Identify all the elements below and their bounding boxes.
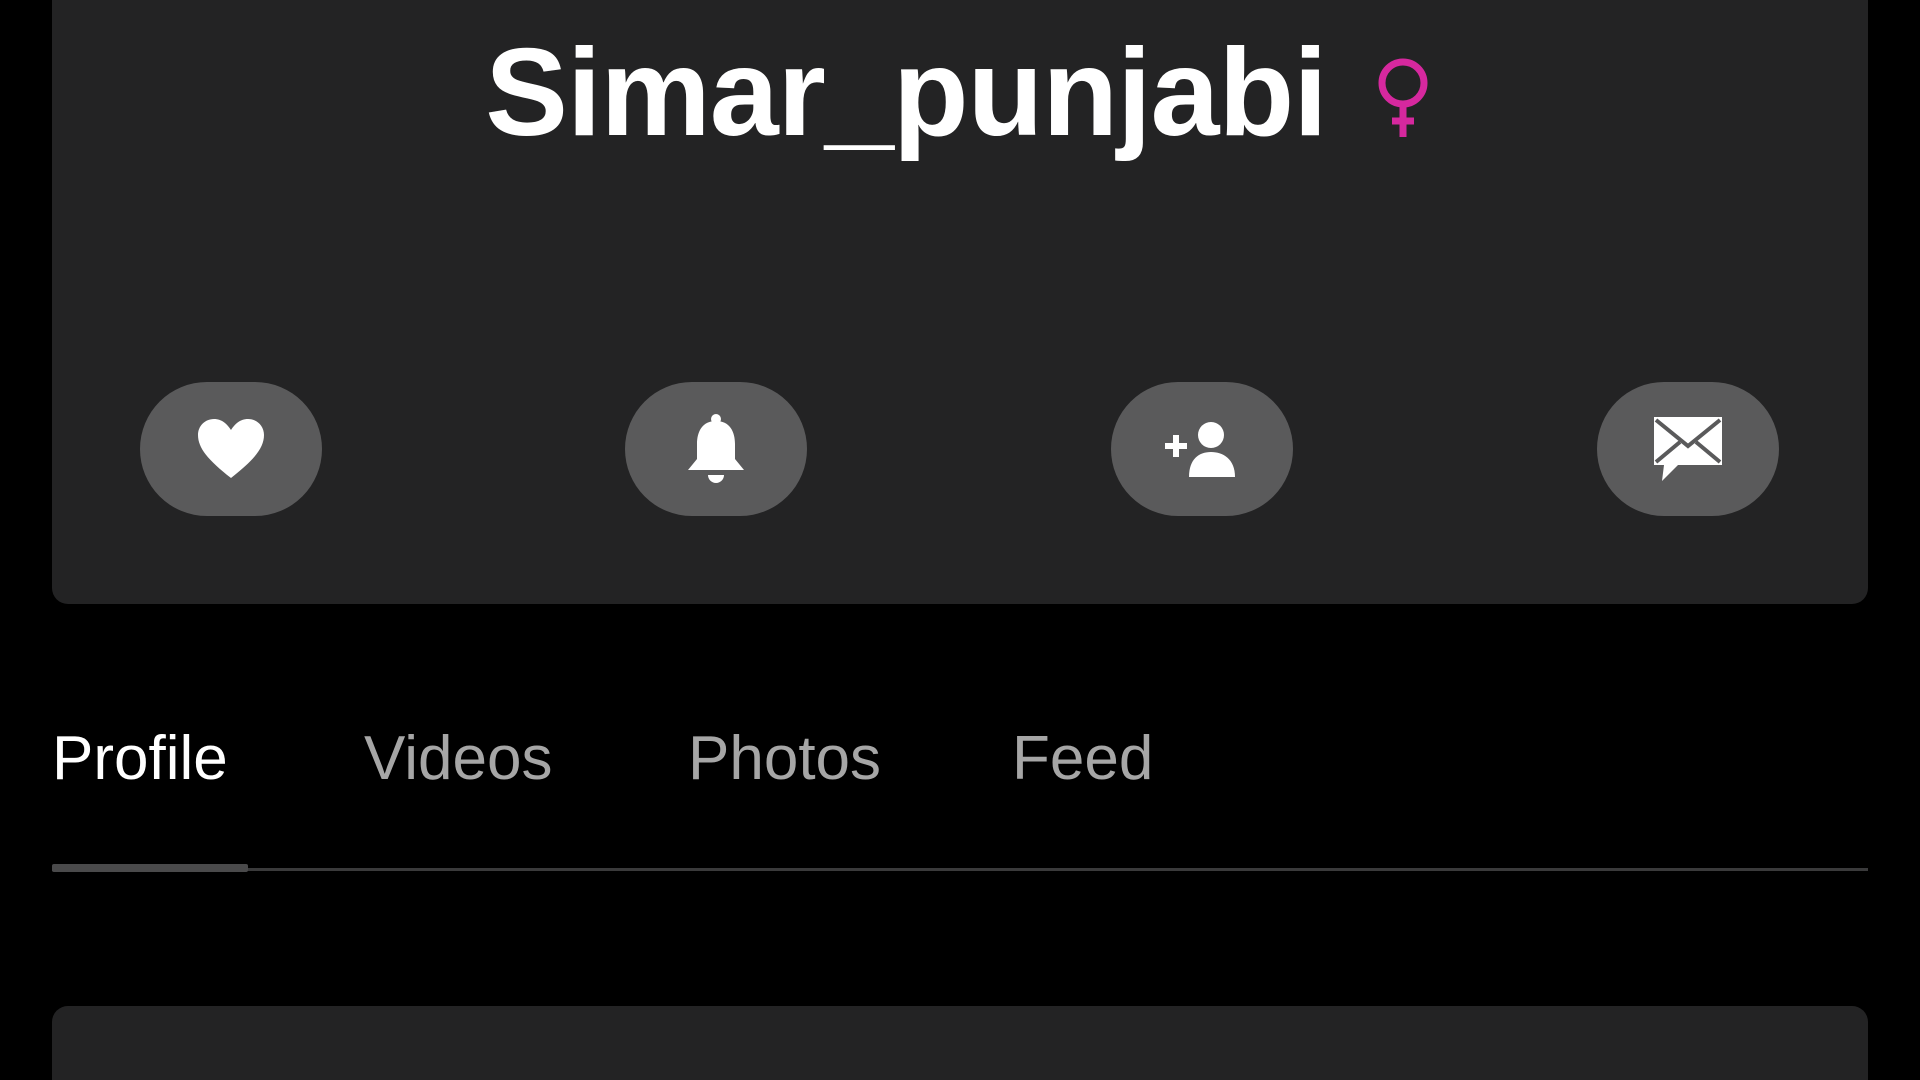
heart-icon — [196, 418, 266, 480]
tab-profile[interactable]: Profile — [52, 728, 228, 790]
action-buttons — [52, 382, 1868, 516]
profile-username: Simar_punjabi — [485, 24, 1327, 162]
add-user-icon — [1165, 421, 1239, 477]
message-button[interactable] — [1597, 382, 1779, 516]
tab-videos[interactable]: Videos — [364, 728, 552, 790]
name-row: Simar_punjabi — [52, 18, 1868, 168]
like-button[interactable] — [140, 382, 322, 516]
profile-tabs: Profile Videos Photos Feed — [52, 700, 1868, 872]
bell-icon — [685, 413, 747, 485]
tab-photos[interactable]: Photos — [688, 728, 881, 790]
tab-feed[interactable]: Feed — [1012, 728, 1153, 790]
content-card — [52, 1006, 1868, 1080]
active-tab-indicator — [52, 864, 248, 872]
profile-header-card: Simar_punjabi — [52, 0, 1868, 604]
female-symbol-icon — [1371, 47, 1435, 139]
mail-chat-icon — [1652, 413, 1724, 485]
add-friend-button[interactable] — [1111, 382, 1293, 516]
notify-button[interactable] — [625, 382, 807, 516]
tabs-divider — [52, 868, 1868, 871]
